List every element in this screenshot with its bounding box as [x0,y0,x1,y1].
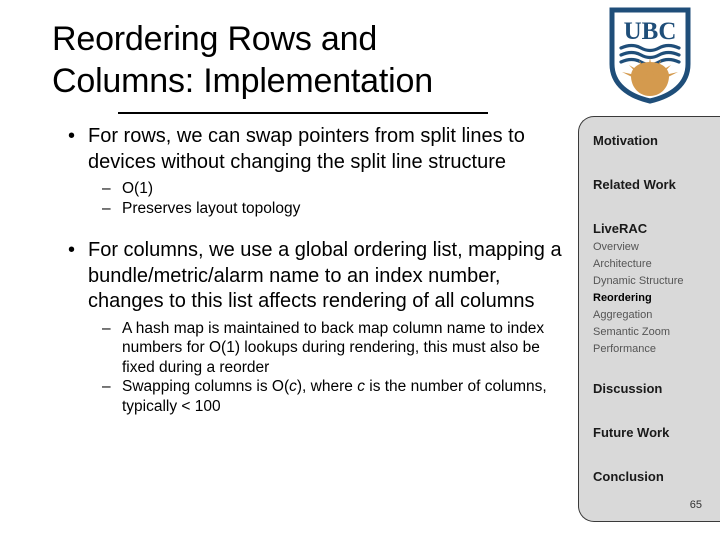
dash-marker-icon: – [102,199,111,217]
title-line-2: Columns: Implementation [52,62,433,100]
sidebar-item-related-work[interactable]: Related Work [593,177,676,192]
sub-bullet-text: A hash map is maintained to back map col… [122,319,545,376]
sidebar-item-dynamic-structure[interactable]: Dynamic Structure [593,275,683,287]
sub-bullet-text: O(1) [122,180,153,197]
sub-bullet-text: Preserves layout topology [122,199,301,217]
sub-bullet-text: Swapping columns is O(c), where c is the… [122,378,547,415]
dash-marker-icon: – [102,180,111,197]
sidebar-item-reordering[interactable]: Reordering [593,292,652,304]
page-title: Reordering Rows and Columns: Implementat… [52,18,572,102]
ubc-crest-icon: UBC [606,6,694,104]
sidebar-item-motivation[interactable]: Motivation [593,133,658,148]
bullet-marker-icon: • [68,239,76,261]
list-item: – O(1) [88,179,572,199]
slide-number: 65 [689,499,702,511]
bullet-text: For columns, we use a global ordering li… [88,239,562,312]
presentation-slide: Reordering Rows and Columns: Implementat… [0,0,720,540]
sidebar-item-architecture[interactable]: Architecture [593,258,652,270]
list-item: • For rows, we can swap pointers from sp… [40,124,572,218]
svg-text:UBC: UBC [624,18,677,45]
spacer [40,220,572,238]
list-item: – A hash map is maintained to back map c… [88,319,572,378]
sidebar-item-future-work[interactable]: Future Work [593,425,669,440]
sidebar-item-discussion[interactable]: Discussion [593,381,662,396]
title-line-1: Reordering Rows and [52,20,378,58]
sidebar-item-performance[interactable]: Performance [593,343,656,355]
dash-marker-icon: – [102,319,111,337]
bullet-marker-icon: • [68,125,76,147]
slide-body: • For rows, we can swap pointers from sp… [40,124,572,418]
sidebar-item-conclusion[interactable]: Conclusion [593,469,664,484]
bullet-list-level2: – O(1) – Preserves layout topology [88,179,572,218]
list-item: • For columns, we use a global ordering … [40,238,572,416]
sidebar-item-overview[interactable]: Overview [593,241,639,253]
list-item: – Swapping columns is O(c), where c is t… [88,377,572,416]
sidebar-item-semantic-zoom[interactable]: Semantic Zoom [593,326,670,338]
bullet-text: For rows, we can swap pointers from spli… [88,125,525,173]
bullet-list-level2: – A hash map is maintained to back map c… [88,319,572,417]
sidebar-item-aggregation[interactable]: Aggregation [593,309,652,321]
list-item: – Preserves layout topology [88,199,572,219]
title-underline-rule [118,112,488,114]
dash-marker-icon: – [102,378,111,395]
sidebar-item-liverac[interactable]: LiveRAC [593,221,647,236]
navigation-sidebar: Motivation Related Work LiveRAC Overview… [578,116,720,522]
bullet-list-level1: • For rows, we can swap pointers from sp… [40,124,572,416]
